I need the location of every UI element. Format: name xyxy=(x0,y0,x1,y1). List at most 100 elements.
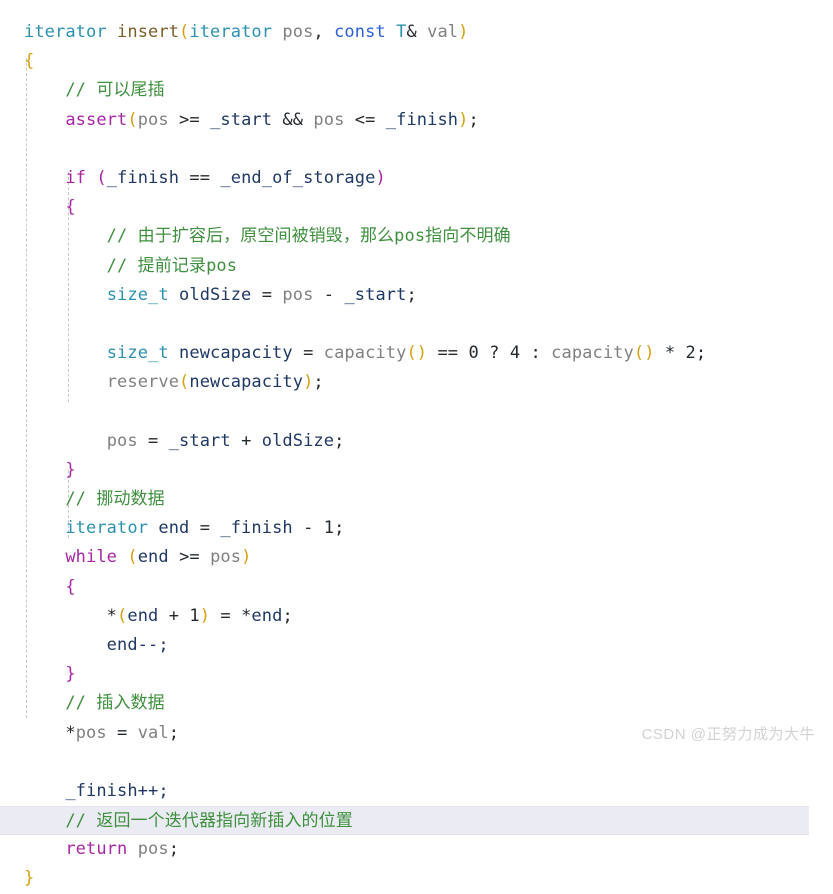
token-op-minus: - xyxy=(313,284,345,305)
code-line-14-blank[interactable] xyxy=(0,397,833,426)
code-line-7[interactable]: { xyxy=(0,193,833,222)
token-var-end-of-storage: _end_of_storage xyxy=(220,167,376,188)
code-line-8[interactable]: // 由于扩容后，原空间被销毁，那么pos指向不明确 xyxy=(0,222,833,251)
token-op-assign: = xyxy=(106,722,138,743)
token-paren-open: ( xyxy=(127,109,138,130)
token-var-finish: _finish xyxy=(385,109,459,130)
code-line-29[interactable]: return pos; xyxy=(0,835,833,864)
token-op-eq: == xyxy=(179,167,221,188)
token-var-finish: _finish xyxy=(106,167,180,188)
token-op-minus: - xyxy=(292,518,324,539)
token-number-0: 0 xyxy=(468,343,479,364)
token-brace-close-l1: } xyxy=(24,868,35,889)
token-semicolon: ; xyxy=(334,518,345,539)
token-brace-open-l2b: { xyxy=(65,576,76,597)
token-var-oldsize: oldSize xyxy=(261,430,335,451)
token-param-pos: pos xyxy=(272,22,314,42)
token-semicolon: ; xyxy=(406,284,417,305)
code-line-15[interactable]: pos = _start + oldSize; xyxy=(0,427,833,456)
token-op-gte: >= xyxy=(168,109,211,130)
token-semicolon: ; xyxy=(282,605,293,626)
token-paren-open: ( xyxy=(127,547,138,568)
code-line-26-blank[interactable] xyxy=(0,748,833,777)
token-op-assign-deref: = * xyxy=(210,605,252,626)
token-param-pos: pos xyxy=(210,547,242,568)
token-comma: , xyxy=(313,22,335,42)
code-line-24[interactable]: // 插入数据 xyxy=(0,689,833,718)
token-var-oldsize: oldSize xyxy=(168,284,252,305)
code-line-4[interactable]: assert(pos >= _start && pos <= _finish); xyxy=(0,106,833,135)
token-op-assign: = xyxy=(189,518,221,539)
token-paren-open: ( xyxy=(179,372,190,393)
code-line-12[interactable]: size_t newcapacity = capacity() == 0 ? 4… xyxy=(0,339,833,368)
token-op-eq: == xyxy=(427,343,469,364)
token-param-pos: pos xyxy=(75,722,107,743)
token-var-end-2: end xyxy=(251,605,283,626)
token-var-end: end xyxy=(148,518,190,539)
code-line-2[interactable]: { xyxy=(0,47,833,76)
token-var-end-decrement: end--; xyxy=(24,634,169,655)
code-line-11-blank[interactable] xyxy=(0,310,833,339)
token-type-iterator: iterator xyxy=(65,518,149,539)
token-semicolon: ; xyxy=(168,722,180,743)
code-line-10[interactable]: size_t oldSize = pos - _start; xyxy=(0,281,833,310)
token-function-insert: insert xyxy=(106,22,180,42)
code-line-22[interactable]: end--; xyxy=(0,631,833,660)
token-number-1: 1 xyxy=(323,518,335,539)
token-op-colon: : xyxy=(520,343,552,364)
token-keyword-return: return xyxy=(65,839,128,860)
token-op-and: && xyxy=(272,109,314,130)
token-keyword-if: if xyxy=(65,167,87,188)
token-param-val: val xyxy=(427,22,459,42)
code-line-19[interactable]: while (end >= pos) xyxy=(0,543,833,572)
code-line-21[interactable]: *(end + 1) = *end; xyxy=(0,602,833,631)
token-semicolon: ; xyxy=(695,343,707,364)
code-line-1[interactable]: iterator insert(iterator pos, const T& v… xyxy=(0,18,833,47)
comment-tiqian-jilu-pos: // 提前记录pos xyxy=(24,255,238,276)
code-line-18[interactable]: iterator end = _finish - 1; xyxy=(0,514,833,543)
code-line-3[interactable]: // 可以尾插 xyxy=(0,76,833,105)
token-call-reserve: reserve xyxy=(106,372,180,393)
code-line-20[interactable]: { xyxy=(0,573,833,602)
token-keyword-while: while xyxy=(65,547,118,568)
token-type-size-t: size_t xyxy=(106,343,169,364)
comment-charu-shuju: // 插入数据 xyxy=(24,693,165,714)
token-semicolon: ; xyxy=(468,109,479,130)
code-line-28-highlighted[interactable]: // 返回一个迭代器指向新插入的位置 xyxy=(0,806,809,836)
token-deref: * xyxy=(24,605,118,626)
token-op-assign: = xyxy=(292,343,324,364)
token-parens-empty: () xyxy=(406,343,428,364)
token-var-newcapacity: newcapacity xyxy=(189,372,304,393)
token-var-start: _start xyxy=(210,109,273,130)
token-param-pos: pos xyxy=(106,430,138,451)
token-paren-close: ) xyxy=(199,605,211,626)
token-type-iterator: iterator xyxy=(24,22,107,42)
token-var-end: end xyxy=(127,605,159,626)
code-editor[interactable]: iterator insert(iterator pos, const T& v… xyxy=(0,0,833,888)
token-op-gte: >= xyxy=(168,547,211,568)
code-line-30[interactable]: } xyxy=(0,864,833,893)
token-param-val: val xyxy=(137,722,169,743)
code-line-16[interactable]: } xyxy=(0,456,833,485)
code-line-9[interactable]: // 提前记录pos xyxy=(0,252,833,281)
code-line-6[interactable]: if (_finish == _end_of_storage) xyxy=(0,164,833,193)
token-type-T: T xyxy=(385,22,407,42)
token-paren-close: ) xyxy=(303,372,314,393)
token-op-lte: <= xyxy=(344,109,386,130)
code-line-27[interactable]: _finish++; xyxy=(0,777,833,806)
token-number-4: 4 xyxy=(509,343,521,364)
code-line-23[interactable]: } xyxy=(0,660,833,689)
token-paren-close: ) xyxy=(458,109,469,130)
token-call-capacity: capacity xyxy=(323,343,407,364)
token-brace-close-l2b: } xyxy=(65,664,76,685)
code-line-17[interactable]: // 挪动数据 xyxy=(0,485,833,514)
code-line-5-blank[interactable] xyxy=(0,135,833,164)
code-line-13[interactable]: reserve(newcapacity); xyxy=(0,368,833,397)
